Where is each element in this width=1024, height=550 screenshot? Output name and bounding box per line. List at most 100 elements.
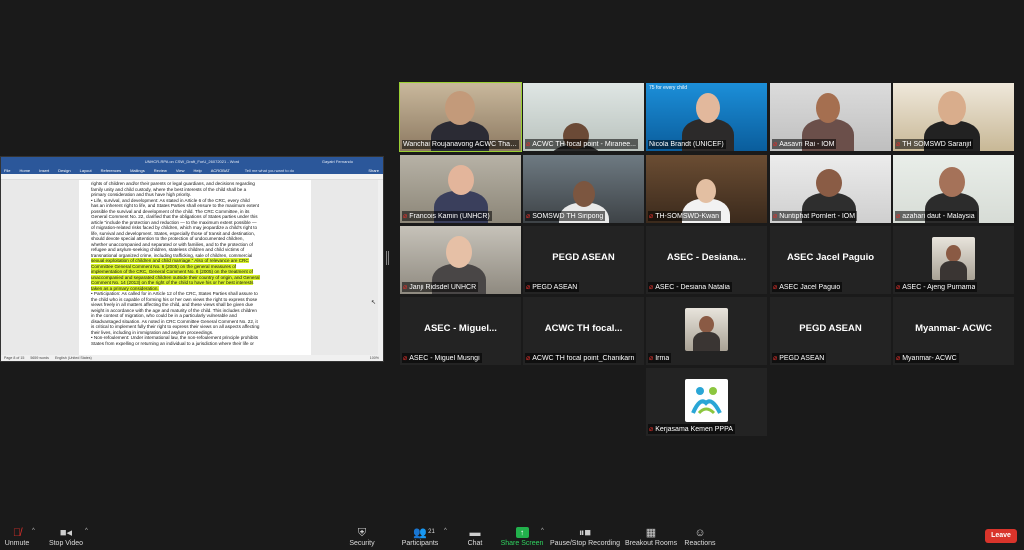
participant-display-name: ASEC - Desiana...: [666, 252, 747, 263]
participant-tile[interactable]: ACWC TH focal... ⌀ ACWC TH focal point_Cha…: [523, 297, 644, 365]
participant-tile[interactable]: ⌀ SOMSWD TH Siripong: [523, 155, 644, 223]
split-view-handle[interactable]: [386, 251, 389, 265]
participant-tile[interactable]: ⌀ Nuntiphat Pornlert - IOM: [770, 155, 891, 223]
participants-icon: 👥 21: [413, 527, 435, 539]
document-area: rights of children and/or their parents …: [1, 180, 383, 355]
ribbon-tab: Home: [19, 167, 31, 173]
video-options-caret-icon[interactable]: ^: [85, 528, 88, 534]
participant-name-label: ⌀ Kerjasama Kemen PPPA: [648, 424, 735, 434]
participant-tile[interactable]: ASEC - Desiana... ⌀ ASEC - Desiana Natalia: [646, 226, 767, 294]
participant-name-label: ⌀ PEGD ASEAN: [772, 353, 827, 363]
participant-name: azahari daut - Malaysia: [902, 212, 975, 220]
muted-microphone-icon: ⌀: [649, 284, 654, 291]
cursor-pointer-icon: ↖: [371, 300, 377, 306]
line-text: the child who is capable of forming his …: [91, 296, 258, 302]
document-line: 34States from expelling or returning an …: [91, 341, 307, 347]
participant-display-name: ASEC Jacel Paguio: [786, 252, 875, 263]
participant-tile[interactable]: PEGD ASEAN ⌀ PEGD ASEAN: [523, 226, 644, 294]
video-overlay-text: 75 for every child: [649, 85, 688, 91]
participant-tile[interactable]: ⌀ Janji Ridsdel UNHCR: [400, 226, 521, 294]
smiley-plus-icon: ☺: [694, 527, 706, 539]
security-button[interactable]: ⛨ Security: [344, 519, 380, 550]
participant-tile[interactable]: ⌀ TH-SOMSWD-Kwan: [646, 155, 767, 223]
participant-name-label: Wanchai Roujanavong ACWC Thaila...: [402, 140, 519, 149]
word-statusbar: Page 8 of 15 5659 words English (United …: [1, 355, 383, 361]
word-ribbon: File Home Insert Design Layout References Mail…: [1, 166, 383, 174]
line-text: weight in accordance with the age and ma…: [91, 307, 257, 313]
breakout-rooms-button[interactable]: ▦ Breakout Rooms: [625, 519, 677, 550]
line-text: refugee and asylum-seeking children, sta…: [91, 247, 245, 252]
participant-name-label: Nicola Brandt (UNICEF): [648, 140, 726, 149]
word-scrollbar: [378, 180, 383, 355]
participant-tile[interactable]: ⌀ TH SOMSWD Saranjit: [893, 83, 1014, 151]
share-options-caret-icon[interactable]: ^: [541, 528, 544, 534]
participant-name: Wanchai Roujanavong ACWC Thaila...: [403, 141, 517, 148]
participant-name-label: ⌀ ASEC - Miguel Musngi: [402, 353, 482, 363]
participant-tile[interactable]: PEGD ASEAN ⌀ PEGD ASEAN: [770, 297, 891, 365]
participant-tile[interactable]: ⌀ Aasavri Rai - IOM: [770, 83, 891, 151]
participant-name-label: ⌀ Janji Ridsdel UNHCR: [402, 282, 479, 292]
participant-name-label: ⌀ Nuntiphat Pornlert - IOM: [772, 211, 858, 221]
participant-name-label: ⌀ Myanmar- ACWC: [895, 353, 959, 363]
participant-tile[interactable]: ⌀ azahari daut - Malaysia: [893, 155, 1014, 223]
participant-tile[interactable]: Wanchai Roujanavong ACWC Thaila...: [399, 82, 522, 152]
participant-name-label: ⌀ TH-SOMSWD-Kwan: [648, 211, 721, 221]
participant-name: Irma: [655, 354, 670, 362]
unmute-button[interactable]: 🎙̸ Unmute: [4, 519, 30, 550]
line-text: • Life, survival, and development: As st…: [91, 197, 250, 203]
participant-tile[interactable]: ASEC - Miguel... ⌀ ASEC - Miguel Musngi: [400, 297, 521, 365]
participant-name: Nuntiphat Pornlert - IOM: [779, 212, 856, 220]
participant-tile[interactable]: ⌀ ASEC - Ajeng Purnama: [893, 226, 1014, 294]
document-page: rights of children and/or their parents …: [79, 180, 311, 355]
participant-tile[interactable]: ⌀ Irma: [646, 297, 767, 365]
line-text: of migration-related risks faced by chil…: [91, 225, 258, 230]
participant-tile[interactable]: 75 for every child Nicola Brandt (UNICEF): [646, 83, 767, 151]
line-text: possible the survival and development of…: [91, 208, 250, 214]
share-screen-arrow-icon: ↑: [515, 527, 529, 538]
participant-tile[interactable]: ASEC Jacel Paguio ⌀ ASEC Jacel Paguio: [770, 226, 891, 294]
chat-button[interactable]: ▬ Chat: [462, 519, 488, 550]
line-text: unaccompanied and separated children out…: [91, 274, 260, 280]
audio-options-caret-icon[interactable]: ^: [32, 528, 35, 534]
muted-microphone-icon: ⌀: [649, 213, 654, 220]
participant-name-label: ⌀ ACWC TH focal point_Chanikarn: [525, 353, 637, 363]
ribbon-tab: Mailings: [130, 167, 145, 173]
participant-display-name: PEGD ASEAN: [552, 252, 615, 263]
document-title: UNHCR-RPA on CSW_Draft_ForU_26072021 - W…: [144, 159, 240, 164]
participant-name-label: ⌀ ASEC Jacel Paguio: [772, 282, 843, 292]
muted-microphone-icon: ⌀: [649, 355, 654, 362]
muted-microphone-icon: ⌀: [526, 284, 531, 291]
chat-bubble-icon: ▬: [469, 527, 481, 539]
stop-video-button[interactable]: ■◂ Stop Video: [48, 519, 84, 550]
word-titlebar: UNHCR-RPA on CSW_Draft_ForU_26072021 - W…: [1, 157, 383, 166]
breakout-rooms-icon: ▦: [645, 527, 657, 539]
line-text: rights of children and/or their parents …: [91, 181, 255, 186]
reactions-button[interactable]: ☺ Reactions: [684, 519, 716, 550]
shared-screen[interactable]: UNHCR-RPA on CSW_Draft_ForU_26072021 - W…: [0, 156, 384, 362]
line-text: • Non-refoulement: Under international l…: [91, 335, 259, 340]
pause-stop-recording-button[interactable]: ⏸■ Pause/Stop Recording: [550, 519, 620, 550]
ribbon-tab: Layout: [79, 167, 92, 173]
word-share-button: Share: [368, 167, 379, 173]
muted-microphone-icon: ⌀: [403, 355, 408, 362]
participant-display-name: ACWC TH focal...: [544, 323, 623, 334]
profile-avatar: [932, 237, 975, 280]
line-text: is critical to implement fully their rig…: [91, 324, 260, 329]
participant-name: SOMSWD TH Siripong: [532, 212, 604, 220]
participant-tile[interactable]: ⌀ Kerjasama Kemen PPPA: [646, 368, 767, 436]
profile-avatar: [685, 308, 728, 351]
leave-button[interactable]: Leave: [985, 529, 1017, 543]
line-text: • Participation: As called for in Articl…: [91, 291, 258, 296]
shield-icon: ⛨: [357, 527, 367, 539]
line-text: implementation of the CRC, General Comme…: [91, 269, 253, 274]
participant-tile[interactable]: Myanmar- ACWC ⌀ Myanmar- ACWC: [893, 297, 1014, 365]
muted-microphone-icon: ⌀: [773, 355, 778, 362]
participants-button[interactable]: 👥 21 Participants: [398, 519, 442, 550]
participant-tile[interactable]: ⌀ Francois Kamin (UNHCR): [400, 155, 521, 223]
participant-name-label: ⌀ TH SOMSWD Saranjit: [895, 139, 974, 149]
participants-caret-icon[interactable]: ^: [444, 528, 447, 534]
participant-tile[interactable]: ⌀ ACWC TH focal point - Miranee...: [523, 83, 644, 151]
share-screen-button[interactable]: ↑ Share Screen: [501, 519, 543, 550]
line-text: Comment No. 14 (2013) on the right of th…: [91, 280, 254, 285]
video-camera-icon: ■◂: [59, 527, 73, 539]
